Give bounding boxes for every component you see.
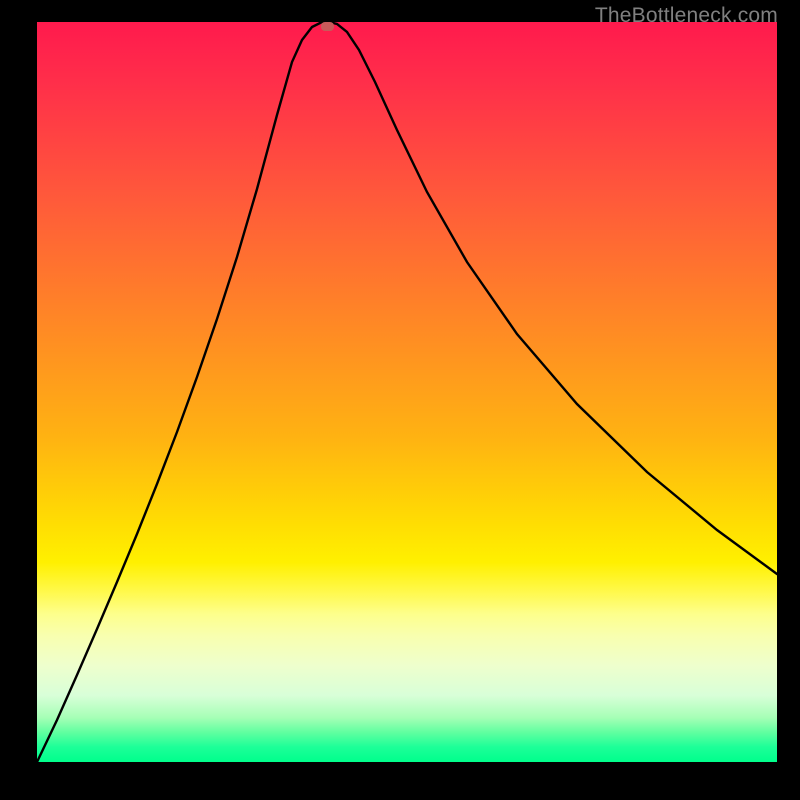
watermark-text: TheBottleneck.com <box>595 4 778 28</box>
bottleneck-curve <box>37 22 777 762</box>
chart-frame: TheBottleneck.com <box>0 0 800 800</box>
optimal-point-marker <box>321 22 334 31</box>
plot-area <box>37 22 777 762</box>
